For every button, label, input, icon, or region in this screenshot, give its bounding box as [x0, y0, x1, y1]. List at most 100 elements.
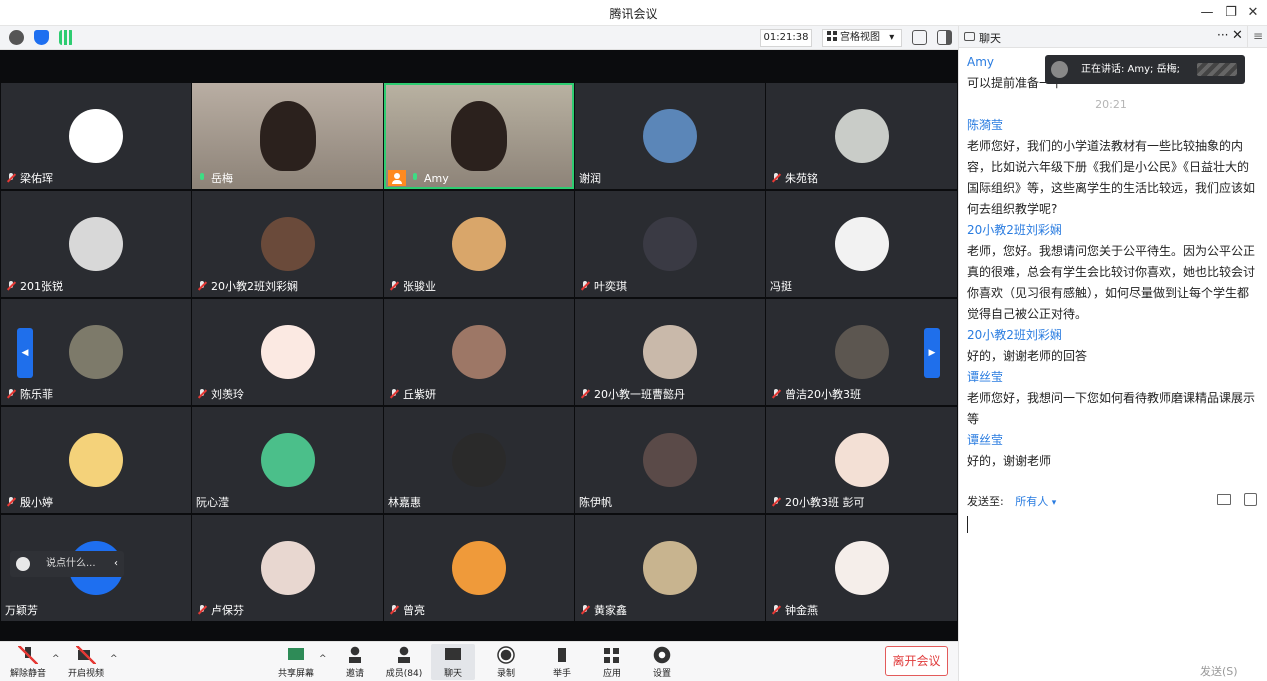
participant-name-label: 林嘉惠: [388, 494, 421, 510]
text-cursor: [967, 516, 968, 533]
apps-button[interactable]: 应用: [596, 644, 628, 680]
chat-close-icon[interactable]: ✕: [1232, 28, 1243, 43]
message-sender[interactable]: 20小教2班刘彩娴: [967, 220, 1255, 241]
participant-tile[interactable]: 林嘉惠: [384, 407, 574, 513]
participant-tile[interactable]: 钟金燕: [766, 515, 957, 621]
chat-button[interactable]: 聊天: [431, 644, 475, 680]
participant-tile[interactable]: 曾亮: [384, 515, 574, 621]
participant-name-label: 梁佑珲: [5, 170, 53, 186]
unmute-button[interactable]: 解除静音: [8, 644, 48, 680]
participant-name: 朱苑铭: [785, 172, 818, 185]
collapse-icon[interactable]: ‹: [114, 551, 118, 577]
participant-name: 曾洁20小教3班: [785, 388, 861, 401]
settings-button[interactable]: 设置: [646, 644, 678, 680]
chat-icon: [443, 646, 463, 664]
screenshot-icon[interactable]: [1244, 493, 1257, 506]
panel-menu-icon[interactable]: ≡: [1247, 26, 1267, 48]
more-icon[interactable]: ···: [1217, 28, 1228, 42]
participant-name: 陈乐菲: [20, 388, 53, 401]
participant-name-label: 朱苑铭: [770, 170, 818, 186]
mic-on-icon: [409, 172, 421, 184]
signal-icon[interactable]: [59, 30, 74, 45]
message-sender[interactable]: 陈漪莹: [967, 115, 1255, 136]
fullscreen-icon[interactable]: [912, 30, 927, 45]
restore-button[interactable]: ❐: [1222, 4, 1240, 22]
send-to-select[interactable]: 所有人 ▾: [1015, 495, 1056, 508]
participant-tile[interactable]: 梁佑珲: [1, 83, 191, 189]
participant-tile[interactable]: Amy: [384, 83, 574, 189]
message-sender[interactable]: 20小教2班刘彩娴: [967, 325, 1255, 346]
minimize-button[interactable]: —: [1198, 4, 1216, 22]
participant-avatar: [69, 325, 123, 379]
participant-avatar: [69, 433, 123, 487]
view-mode-button[interactable]: 宫格视图 ▾: [822, 29, 902, 47]
participant-avatar: [260, 217, 315, 271]
participant-tile[interactable]: 刘羡玲: [192, 299, 383, 405]
folder-icon[interactable]: [1217, 494, 1231, 505]
mic-muted-icon: [5, 496, 17, 508]
participant-tile[interactable]: 20小教2班刘彩娴: [192, 191, 383, 297]
quick-chat-box[interactable]: 说点什么... ‹: [10, 551, 124, 577]
mic-muted-icon: [196, 280, 208, 292]
participant-tile[interactable]: 卢保芬: [192, 515, 383, 621]
message-sender[interactable]: 谭丝莹: [967, 367, 1255, 388]
participant-tile[interactable]: 叶奕琪: [575, 191, 765, 297]
mic-muted-icon: [770, 604, 782, 616]
participant-tile[interactable]: 张骏业: [384, 191, 574, 297]
share-button[interactable]: 共享屏幕: [276, 644, 316, 680]
invite-button[interactable]: 邀请: [339, 644, 371, 680]
participant-tile[interactable]: 岳梅: [192, 83, 383, 189]
unmute-icon: [18, 646, 38, 664]
record-button[interactable]: 录制: [490, 644, 522, 680]
sidebar-toggle-icon[interactable]: [937, 30, 952, 45]
share-options-caret[interactable]: ^: [319, 654, 327, 664]
participant-tile[interactable]: 阮心滢: [192, 407, 383, 513]
mic-muted-icon: [388, 604, 400, 616]
leave-meeting-button[interactable]: 离开会议: [885, 646, 948, 676]
hand-button[interactable]: 举手: [546, 644, 578, 680]
unmute-label: 解除静音: [9, 669, 46, 679]
prev-page-button[interactable]: ◀: [17, 328, 33, 378]
participant-name: 林嘉惠: [388, 496, 421, 509]
participant-name-label: 阮心滢: [196, 494, 229, 510]
participant-name: 陈伊帆: [579, 496, 612, 509]
message-text: 老师，您好。我想请问您关于公平待生。因为公平公正真的很难，总会有学生会比较讨你喜…: [967, 244, 1256, 321]
settings-label: 设置: [652, 669, 671, 679]
share-label: 共享屏幕: [277, 669, 314, 679]
participant-name: 冯挺: [770, 280, 792, 293]
participant-tile[interactable]: 陈伊帆: [575, 407, 765, 513]
shield-icon[interactable]: [34, 30, 49, 45]
info-icon[interactable]: [9, 30, 24, 45]
close-button[interactable]: ✕: [1244, 4, 1262, 22]
participant-tile[interactable]: 冯挺: [766, 191, 957, 297]
share-icon: [286, 646, 306, 664]
participant-name: 20小教一班曹懿丹: [594, 388, 685, 401]
invite-label: 邀请: [345, 669, 364, 679]
video-options-caret[interactable]: ^: [110, 654, 118, 664]
participant-avatar: [834, 541, 889, 595]
chat-input[interactable]: [967, 514, 1262, 654]
audio-options-caret[interactable]: ^: [52, 654, 60, 664]
emoji-icon[interactable]: [16, 557, 30, 571]
participant-tile[interactable]: 黄家鑫: [575, 515, 765, 621]
participant-tile[interactable]: 朱苑铭: [766, 83, 957, 189]
video-button[interactable]: 开启视频: [66, 644, 106, 680]
participant-tile[interactable]: 谢润: [575, 83, 765, 189]
participant-tile[interactable]: 丘紫妍: [384, 299, 574, 405]
participant-tile[interactable]: 20小教3班 彭可: [766, 407, 957, 513]
participant-avatar: [643, 433, 697, 487]
members-button[interactable]: 成员(84): [383, 644, 425, 680]
chat-header: 聊天 ··· ✕ ≡: [959, 26, 1267, 48]
participant-name-label: Amy: [388, 170, 449, 186]
message-sender[interactable]: 谭丝莹: [967, 430, 1255, 451]
participant-name-label: 陈乐菲: [5, 386, 53, 402]
participant-tile[interactable]: 殷小婷: [1, 407, 191, 513]
participant-tile[interactable]: 20小教一班曹懿丹: [575, 299, 765, 405]
participant-tile[interactable]: 201张锐: [1, 191, 191, 297]
participant-avatar: [452, 541, 506, 595]
send-button[interactable]: 发送(S): [1200, 663, 1238, 679]
next-page-button[interactable]: ▶: [924, 328, 940, 378]
participant-name: 张骏业: [403, 280, 436, 293]
quick-chat-placeholder: 说点什么...: [46, 558, 96, 569]
participant-avatar: [452, 433, 506, 487]
